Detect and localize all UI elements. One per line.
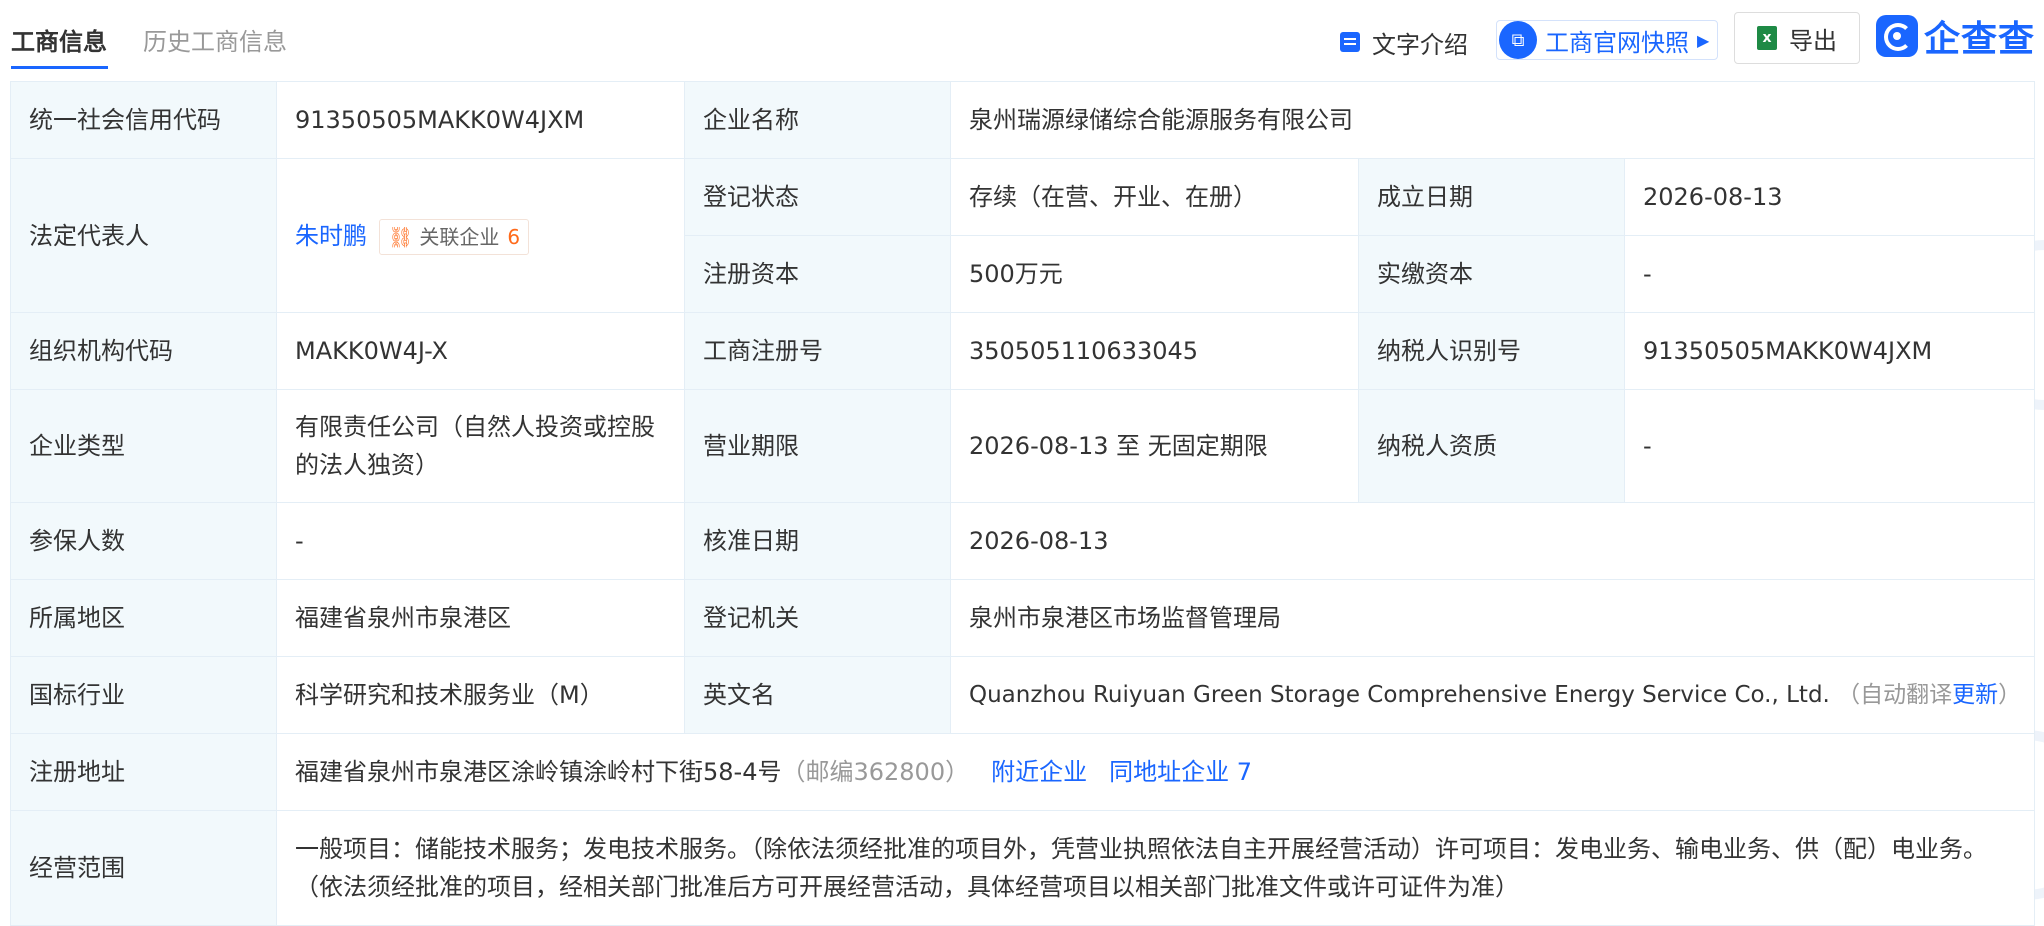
snapshot-icon: ⧉	[1499, 21, 1537, 59]
taxpayer-qual-value: -	[1623, 389, 2036, 503]
address-label: 注册地址	[10, 733, 277, 811]
table-row: 企业类型 有限责任公司（自然人投资或控股的法人独资） 营业期限 2026-08-…	[10, 389, 2036, 503]
same-address-count: 7	[1236, 758, 1253, 786]
insured-value: -	[276, 502, 685, 580]
text-intro-button[interactable]: 文字介绍	[1340, 22, 1468, 62]
legal-rep-cell: 朱时鹏 ⛓ 关联企业 6	[276, 158, 685, 313]
snapshot-button[interactable]: ⧉ 工商官网快照 ▶	[1496, 20, 1718, 60]
company-type-label: 企业类型	[10, 389, 277, 503]
top-bar: 工商信息 历史工商信息 文字介绍 ⧉ 工商官网快照 ▶ x 导出 企查查	[0, 0, 2044, 80]
export-label: 导出	[1789, 26, 1837, 55]
reg-status-value: 存续（在营、开业、在册）	[950, 158, 1359, 236]
related-companies-badge[interactable]: ⛓ 关联企业 6	[379, 218, 530, 255]
export-button[interactable]: x 导出	[1734, 12, 1860, 64]
excel-icon: x	[1757, 26, 1777, 50]
paid-capital-label: 实缴资本	[1358, 235, 1625, 313]
active-tab-indicator	[11, 66, 108, 69]
org-code-label: 组织机构代码	[10, 312, 277, 390]
credit-code-value: 91350505MAKK0W4JXM	[276, 81, 685, 159]
company-name-label: 企业名称	[684, 81, 951, 159]
found-date-value: 2026-08-13	[1623, 158, 2036, 236]
region-value: 福建省泉州市泉港区	[276, 579, 685, 657]
text-intro-label: 文字介绍	[1372, 30, 1468, 59]
nearby-companies-link[interactable]: 附近企业	[991, 758, 1087, 786]
industry-value: 科学研究和技术服务业（M）	[276, 656, 685, 734]
authority-label: 登记机关	[684, 579, 951, 657]
authority-value: 泉州市泉港区市场监督管理局	[949, 579, 2036, 657]
taxpayer-qual-label: 纳税人资质	[1358, 389, 1625, 503]
same-address-companies-link[interactable]: 同地址企业 7	[1109, 758, 1252, 786]
tab-history-business-info[interactable]: 历史工商信息	[143, 26, 287, 58]
insured-label: 参保人数	[10, 502, 277, 580]
english-name-cell: Quanzhou Ruiyuan Green Storage Comprehen…	[949, 656, 2036, 734]
network-icon: ⛓	[388, 224, 414, 249]
paid-capital-value: -	[1623, 235, 2036, 313]
region-label: 所属地区	[10, 579, 277, 657]
reg-no-value: 350505110633045	[950, 312, 1359, 390]
logo-mark-icon	[1876, 15, 1918, 57]
reg-no-label: 工商注册号	[684, 312, 951, 390]
biz-term-label: 营业期限	[684, 389, 951, 503]
table-row: 注册地址 福建省泉州市泉港区涂岭镇涂岭村下街58-4号（邮编362800） 附近企…	[10, 733, 2036, 811]
english-name-value: Quanzhou Ruiyuan Green Storage Comprehen…	[969, 682, 1830, 708]
business-info-table: 统一社会信用代码 91350505MAKK0W4JXM 企业名称 泉州瑞源绿储综…	[10, 81, 2036, 926]
table-row: 国标行业 科学研究和技术服务业（M） 英文名 Quanzhou Ruiyuan …	[10, 656, 2036, 734]
reg-capital-value: 500万元	[950, 235, 1359, 313]
related-companies-count: 6	[507, 224, 521, 249]
table-row: 法定代表人 朱时鹏 ⛓ 关联企业 6 登记状态 存续（在营、开业、在册） 成立日期 2…	[10, 158, 2036, 313]
qichacha-logo: 企查查	[1876, 14, 2035, 60]
approval-date-label: 核准日期	[684, 502, 951, 580]
found-date-label: 成立日期	[1358, 158, 1625, 236]
auto-translate-note: （自动翻译	[1837, 682, 1953, 708]
org-code-value: MAKK0W4J-X	[276, 312, 685, 390]
taxpayer-id-value: 91350505MAKK0W4JXM	[1623, 312, 2036, 390]
biz-term-value: 2026-08-13 至 无固定期限	[950, 389, 1359, 503]
document-icon	[1340, 32, 1360, 52]
translate-update-link[interactable]: 更新	[1952, 682, 1998, 708]
same-address-label: 同地址企业	[1109, 758, 1230, 786]
auto-translate-note-end: ）	[1998, 682, 2022, 708]
table-row: 经营范围 一般项目：储能技术服务；发电技术服务。（除依法须经批准的项目外，凭营业…	[10, 810, 2036, 926]
table-row: 组织机构代码 MAKK0W4J-X 工商注册号 350505110633045 …	[10, 312, 2036, 390]
scope-value: 一般项目：储能技术服务；发电技术服务。（除依法须经批准的项目外，凭营业执照依法自…	[275, 810, 2036, 926]
reg-status-label: 登记状态	[684, 158, 951, 236]
table-row: 参保人数 - 核准日期 2026-08-13	[10, 502, 2036, 580]
tab-business-info[interactable]: 工商信息	[11, 26, 107, 58]
english-name-label: 英文名	[684, 656, 951, 734]
industry-label: 国标行业	[10, 656, 277, 734]
credit-code-label: 统一社会信用代码	[10, 81, 277, 159]
reg-capital-label: 注册资本	[684, 235, 951, 313]
address-cell: 福建省泉州市泉港区涂岭镇涂岭村下街58-4号（邮编362800） 附近企业 同地址企…	[275, 733, 2036, 811]
logo-text: 企查查	[1924, 19, 2036, 60]
taxpayer-id-label: 纳税人识别号	[1358, 312, 1625, 390]
company-type-value: 有限责任公司（自然人投资或控股的法人独资）	[276, 389, 685, 503]
snapshot-label: 工商官网快照	[1545, 28, 1689, 57]
approval-date-value: 2026-08-13	[949, 502, 2036, 580]
scope-label: 经营范围	[10, 810, 277, 926]
company-name-value: 泉州瑞源绿储综合能源服务有限公司	[949, 81, 2036, 159]
legal-rep-name-link[interactable]: 朱时鹏	[295, 222, 367, 250]
related-companies-label: 关联企业	[419, 224, 500, 249]
table-row: 所属地区 福建省泉州市泉港区 登记机关 泉州市泉港区市场监督管理局	[10, 579, 2036, 657]
postcode-value: （邮编362800）	[781, 758, 970, 786]
caret-right-icon: ▶	[1697, 30, 1710, 50]
address-value: 福建省泉州市泉港区涂岭镇涂岭村下街58-4号	[295, 758, 782, 786]
legal-rep-label: 法定代表人	[10, 158, 277, 313]
table-row: 统一社会信用代码 91350505MAKK0W4JXM 企业名称 泉州瑞源绿储综…	[10, 81, 2036, 159]
